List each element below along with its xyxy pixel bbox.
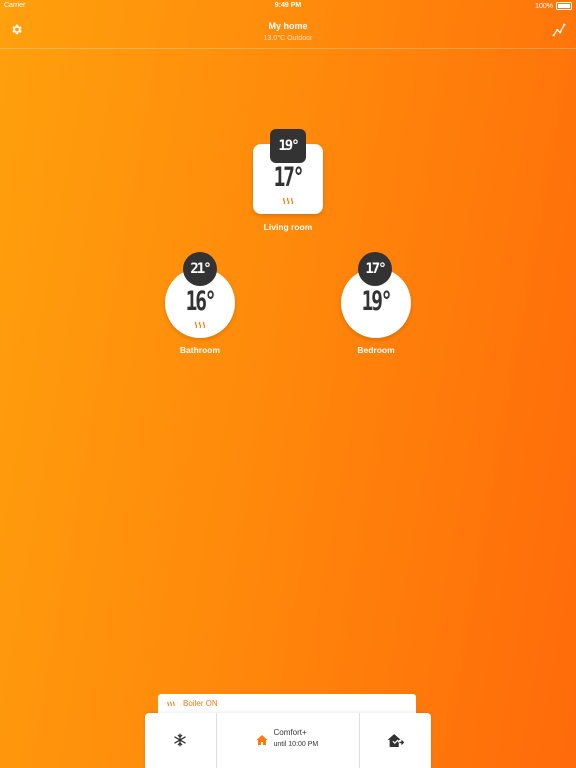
- mode-subtitle: until 10:00 PM: [273, 741, 319, 748]
- battery-indicator: 100%: [535, 2, 572, 10]
- graph-icon[interactable]: [552, 23, 566, 37]
- flame-icon: [167, 701, 175, 707]
- current-temperature: 19°: [361, 286, 393, 317]
- boiler-status-bar: Boiler ON: [158, 694, 416, 714]
- boiler-status-label: Boiler ON: [183, 699, 218, 708]
- setpoint-badge[interactable]: 21°: [183, 252, 217, 286]
- setpoint-badge[interactable]: 17°: [358, 252, 392, 286]
- mode-title: Comfort+: [273, 728, 307, 737]
- mode-bar: Comfort+ until 10:00 PM: [145, 713, 431, 768]
- current-temperature: 17°: [273, 162, 305, 193]
- clock: 9:49 PM: [274, 2, 302, 9]
- schedule-mode-button[interactable]: Comfort+ until 10:00 PM: [217, 713, 360, 768]
- heating-icon: [194, 321, 206, 329]
- snowflake-icon: [174, 733, 186, 747]
- setpoint-badge[interactable]: 19°: [270, 129, 306, 163]
- page-title: My home: [268, 21, 308, 31]
- room-label: Living room: [263, 222, 313, 232]
- frost-guard-button[interactable]: [145, 713, 217, 768]
- battery-percent: 100%: [535, 2, 553, 10]
- header: My home 13.0°C Outdoor: [0, 14, 576, 49]
- battery-icon: [556, 2, 572, 10]
- heating-icon: [282, 197, 294, 205]
- status-bar: Carrier 9:49 PM 100%: [0, 0, 576, 13]
- current-temperature: 16°: [185, 286, 217, 317]
- room-label: Bathroom: [179, 345, 221, 355]
- away-mode-button[interactable]: [360, 713, 432, 768]
- room-label: Bedroom: [357, 345, 395, 355]
- home-icon: [256, 735, 267, 745]
- outdoor-temperature: 13.0°C Outdoor: [263, 35, 313, 42]
- away-icon: [387, 733, 404, 748]
